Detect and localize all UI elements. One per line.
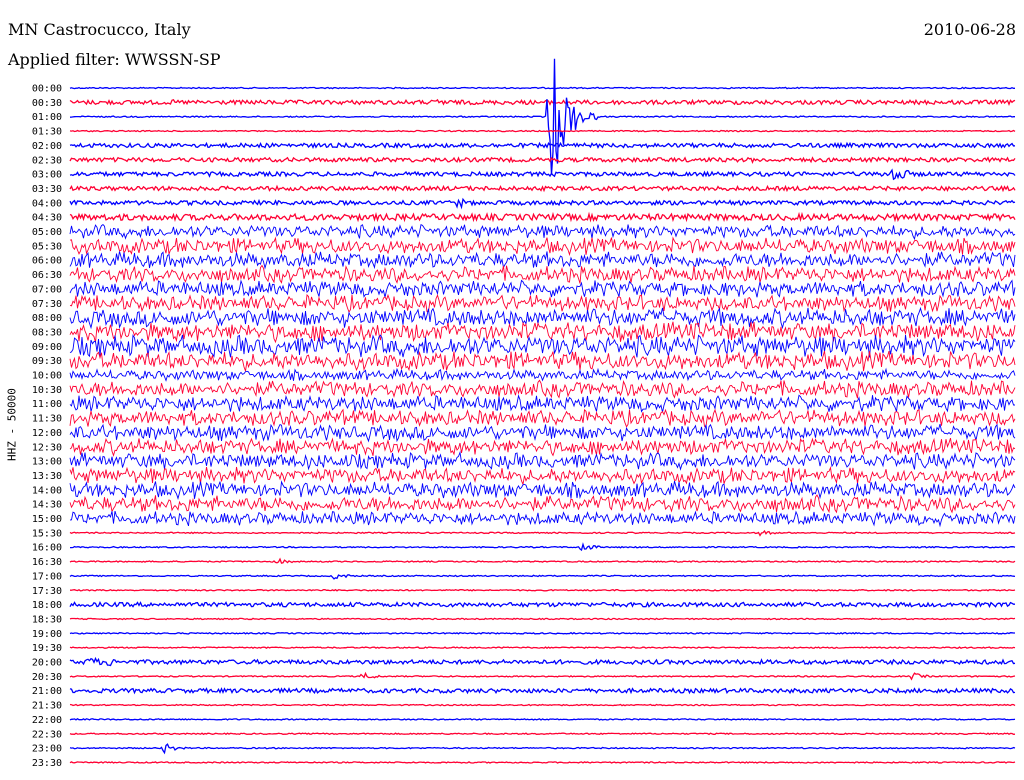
row-label-16: 08:00 [32,313,62,324]
trace-0500 [69,224,1016,241]
trace-1030 [69,379,1016,399]
trace-1830 [69,617,1016,621]
row-label-14: 07:00 [32,284,62,295]
row-label-46: 23:00 [32,744,62,755]
row-label-24: 12:00 [32,428,62,439]
trace-0400 [69,197,1016,210]
row-label-28: 14:00 [32,485,62,496]
row-label-13: 06:30 [32,270,62,281]
row-label-1: 00:30 [32,98,62,109]
row-label-11: 05:30 [32,241,62,252]
row-label-4: 02:00 [32,141,62,152]
row-label-18: 09:00 [32,342,62,353]
row-label-27: 13:30 [32,471,62,482]
trace-0530 [69,236,1016,257]
trace-0200 [69,141,1016,150]
row-label-43: 21:30 [32,701,62,712]
trace-1330 [69,466,1016,486]
row-label-7: 03:30 [32,184,62,195]
row-label-40: 20:00 [32,658,62,669]
trace-2300 [69,743,1016,755]
trace-1200 [69,423,1016,443]
trace-1700 [69,574,1016,580]
row-label-29: 14:30 [32,500,62,511]
row-label-36: 18:00 [32,600,62,611]
row-label-6: 03:00 [32,170,62,181]
trace-2330 [69,761,1016,764]
row-label-30: 15:00 [32,514,62,525]
row-label-3: 01:30 [32,127,62,138]
trace-0330 [69,184,1016,193]
trace-0730 [69,293,1016,314]
trace-0230 [69,156,1016,165]
trace-0830 [69,321,1016,344]
row-label-38: 19:00 [32,629,62,640]
row-label-12: 06:00 [32,256,62,267]
trace-1100 [69,394,1015,413]
row-label-19: 09:30 [32,356,62,367]
trace-0600 [69,251,1016,270]
row-label-37: 18:30 [32,614,62,625]
row-label-15: 07:30 [32,299,62,310]
trace-1930 [69,646,1016,649]
row-label-32: 16:00 [32,543,62,554]
row-label-9: 04:30 [32,213,62,224]
row-label-34: 17:00 [32,571,62,582]
trace-2000 [69,656,1016,667]
row-label-5: 02:30 [32,155,62,166]
trace-1600 [70,542,1016,552]
trace-0630 [69,264,1016,284]
trace-1430 [69,494,1016,514]
trace-0700 [69,279,1016,298]
trace-0000 [69,86,1015,90]
trace-0030 [69,98,1016,106]
trace-1130 [69,408,1016,428]
trace-1800 [69,601,1015,609]
row-label-47: 23:30 [32,758,62,769]
row-label-8: 04:00 [32,198,62,209]
row-label-2: 01:00 [32,112,62,123]
row-label-33: 16:30 [32,557,62,568]
trace-0300 [69,168,1016,181]
row-label-41: 20:30 [32,672,62,683]
trace-1230 [69,437,1016,457]
trace-1300 [69,450,1016,471]
trace-2100 [69,687,1016,695]
trace-0130 [69,129,1016,133]
row-label-17: 08:30 [32,327,62,338]
row-label-20: 10:00 [32,371,62,382]
row-label-31: 15:30 [32,528,62,539]
row-label-10: 05:00 [32,227,62,238]
trace-1730 [70,588,1016,592]
trace-1630 [69,557,1016,564]
row-label-26: 13:00 [32,457,62,468]
trace-2130 [69,703,1016,707]
row-label-35: 17:30 [32,586,62,597]
trace-1400 [69,480,1016,500]
trace-1530 [69,529,1016,537]
trace-2230 [69,732,1016,736]
row-label-25: 12:30 [32,442,62,453]
row-label-22: 11:00 [32,399,62,410]
trace-1000 [69,367,1016,382]
trace-1900 [69,631,1015,635]
trace-1500 [69,510,1016,528]
trace-0900 [69,334,1016,358]
trace-2200 [69,718,1016,721]
row-label-23: 11:30 [32,414,62,425]
seismogram-plot: 00:00 00:30 01:00 01:30 02:00 02:30 03:00 03:30… [32,58,1016,769]
row-label-39: 19:30 [32,643,62,654]
row-label-45: 22:30 [32,729,62,740]
row-label-0: 00:00 [32,84,62,95]
row-label-21: 10:30 [32,385,62,396]
row-label-44: 22:00 [32,715,62,726]
trace-0800 [69,306,1016,330]
trace-2030 [69,671,1016,681]
trace-0430 [69,211,1016,223]
row-label-42: 21:00 [32,686,62,697]
